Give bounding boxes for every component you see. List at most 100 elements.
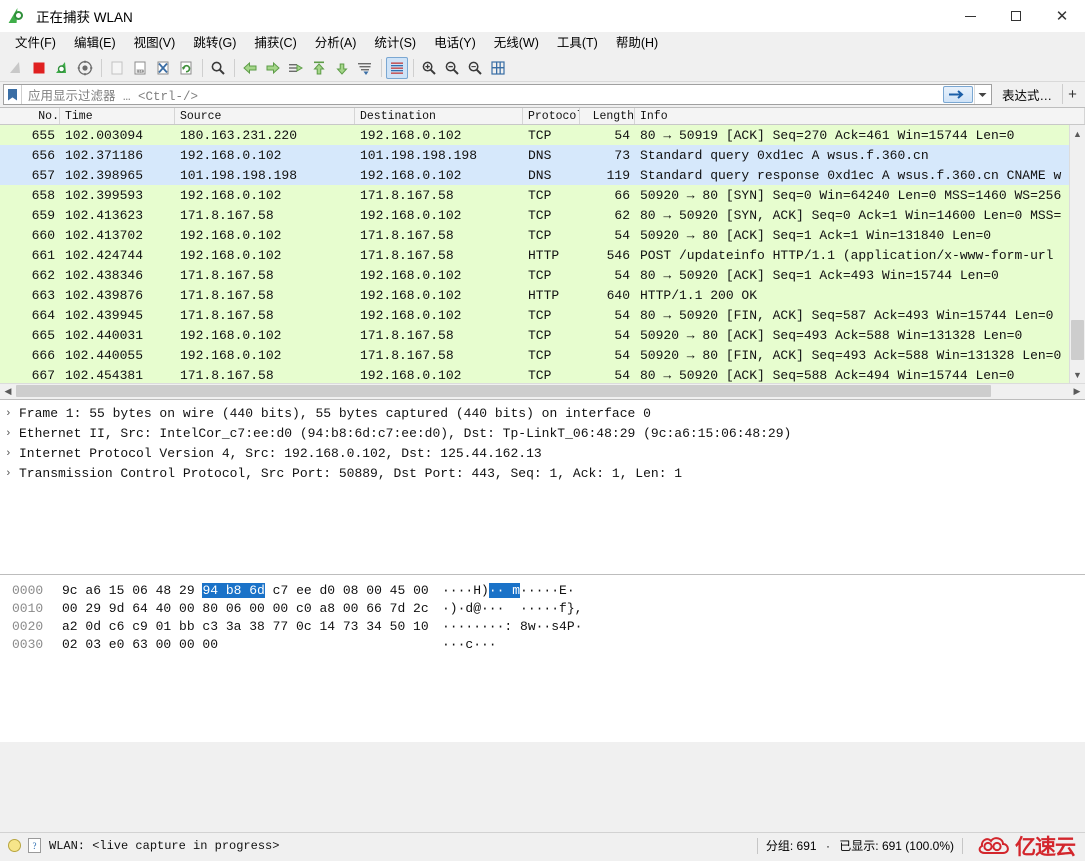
- minimize-button[interactable]: [947, 0, 993, 32]
- go-last-packet-icon[interactable]: [331, 57, 353, 79]
- search-input[interactable]: 应用显示过滤器 … <Ctrl-/>: [22, 85, 943, 104]
- menu-capture[interactable]: 捕获(C): [245, 34, 305, 53]
- apply-filter-button[interactable]: [943, 86, 973, 103]
- table-row[interactable]: 657102.398965101.198.198.198192.168.0.10…: [0, 165, 1085, 185]
- scroll-left-arrow-icon[interactable]: ◀: [0, 384, 16, 399]
- packet-time: 102.439945: [60, 308, 175, 323]
- column-header-time[interactable]: Time: [60, 108, 175, 124]
- go-back-icon[interactable]: [239, 57, 261, 79]
- display-filter-input-wrapper[interactable]: 应用显示过滤器 … <Ctrl-/>: [3, 84, 992, 105]
- hex-row[interactable]: 003002 03 e0 63 00 00 00···c···: [0, 635, 1085, 653]
- save-file-icon[interactable]: 010: [129, 57, 151, 79]
- packet-source: 171.8.167.58: [175, 368, 355, 383]
- column-header-info[interactable]: Info: [635, 108, 1085, 124]
- toolbar-separator-3: [234, 59, 235, 77]
- packet-details-panel[interactable]: ›Frame 1: 55 bytes on wire (440 bits), 5…: [0, 399, 1085, 574]
- colorize-icon[interactable]: [386, 57, 408, 79]
- detail-text: Internet Protocol Version 4, Src: 192.16…: [19, 444, 542, 464]
- column-header-destination[interactable]: Destination: [355, 108, 523, 124]
- zoom-reset-icon[interactable]: [464, 57, 486, 79]
- table-row[interactable]: 665102.440031192.168.0.102171.8.167.58TC…: [0, 325, 1085, 345]
- hex-row[interactable]: 00009c a6 15 06 48 29 94 b8 6d c7 ee d0 …: [0, 581, 1085, 599]
- open-file-icon[interactable]: [106, 57, 128, 79]
- menu-telephony[interactable]: 电话(Y): [425, 34, 485, 53]
- hex-row[interactable]: 0020a2 0d c6 c9 01 bb c3 3a 38 77 0c 14 …: [0, 617, 1085, 635]
- menu-tools[interactable]: 工具(T): [548, 34, 607, 53]
- packets-count-label: 分组: 691: [766, 839, 817, 853]
- zoom-out-icon[interactable]: [441, 57, 463, 79]
- detail-ipv4[interactable]: ›Internet Protocol Version 4, Src: 192.1…: [0, 444, 1085, 464]
- resize-columns-icon[interactable]: [487, 57, 509, 79]
- filter-expression-button[interactable]: 表达式…: [992, 84, 1062, 104]
- close-file-icon[interactable]: [152, 57, 174, 79]
- horizontal-scroll-track[interactable]: [16, 384, 1069, 399]
- filter-bookmark-icon[interactable]: [4, 85, 22, 104]
- hex-row[interactable]: 001000 29 9d 64 40 00 80 06 00 00 c0 a8 …: [0, 599, 1085, 617]
- menu-edit[interactable]: 编辑(E): [65, 34, 125, 53]
- detail-frame[interactable]: ›Frame 1: 55 bytes on wire (440 bits), 5…: [0, 404, 1085, 424]
- capture-status-indicator-icon[interactable]: [8, 839, 21, 852]
- packet-info: 50920 → 80 [SYN] Seq=0 Win=64240 Len=0 M…: [635, 188, 1085, 203]
- table-row[interactable]: 662102.438346171.8.167.58192.168.0.102TC…: [0, 265, 1085, 285]
- table-row[interactable]: 661102.424744192.168.0.102171.8.167.58HT…: [0, 245, 1085, 265]
- table-row[interactable]: 658102.399593192.168.0.102171.8.167.58TC…: [0, 185, 1085, 205]
- table-row[interactable]: 664102.439945171.8.167.58192.168.0.102TC…: [0, 305, 1085, 325]
- table-row[interactable]: 660102.413702192.168.0.102171.8.167.58TC…: [0, 225, 1085, 245]
- table-row[interactable]: 656102.371186192.168.0.102101.198.198.19…: [0, 145, 1085, 165]
- table-row[interactable]: 655102.003094180.163.231.220192.168.0.10…: [0, 125, 1085, 145]
- add-filter-button[interactable]: +: [1062, 84, 1082, 104]
- column-header-no[interactable]: No.: [0, 108, 60, 124]
- horizontal-scroll-thumb[interactable]: [16, 385, 991, 397]
- reload-file-icon[interactable]: [175, 57, 197, 79]
- table-row[interactable]: 659102.413623171.8.167.58192.168.0.102TC…: [0, 205, 1085, 225]
- menu-wireless[interactable]: 无线(W): [485, 34, 548, 53]
- packet-no: 666: [0, 348, 60, 363]
- chevron-right-icon[interactable]: ›: [5, 404, 19, 424]
- vertical-scroll-track[interactable]: [1070, 142, 1085, 366]
- packet-bytes-panel[interactable]: 00009c a6 15 06 48 29 94 b8 6d c7 ee d0 …: [0, 574, 1085, 742]
- packet-list-body[interactable]: 655102.003094180.163.231.220192.168.0.10…: [0, 125, 1085, 383]
- packet-list-horizontal-scrollbar[interactable]: ◀ ▶: [0, 383, 1085, 399]
- close-button[interactable]: ✕: [1039, 0, 1085, 32]
- find-packet-icon[interactable]: [207, 57, 229, 79]
- chevron-right-icon[interactable]: ›: [5, 464, 19, 484]
- column-header-source[interactable]: Source: [175, 108, 355, 124]
- packet-time: 102.003094: [60, 128, 175, 143]
- scroll-up-arrow-icon[interactable]: ▲: [1070, 125, 1085, 142]
- column-header-length[interactable]: Length: [580, 108, 635, 124]
- start-capture-icon[interactable]: [5, 57, 27, 79]
- zoom-in-icon[interactable]: [418, 57, 440, 79]
- auto-scroll-icon[interactable]: [354, 57, 376, 79]
- menu-view[interactable]: 视图(V): [125, 34, 185, 53]
- detail-tcp[interactable]: ›Transmission Control Protocol, Src Port…: [0, 464, 1085, 484]
- menu-file[interactable]: 文件(F): [6, 34, 65, 53]
- scroll-down-arrow-icon[interactable]: ▼: [1070, 366, 1085, 383]
- vertical-scroll-thumb[interactable]: [1071, 320, 1084, 360]
- packet-no: 655: [0, 128, 60, 143]
- go-first-packet-icon[interactable]: [308, 57, 330, 79]
- menu-go[interactable]: 跳转(G): [184, 34, 245, 53]
- packet-list-vertical-scrollbar[interactable]: ▲ ▼: [1069, 125, 1085, 383]
- table-row[interactable]: 663102.439876171.8.167.58192.168.0.102HT…: [0, 285, 1085, 305]
- stop-capture-icon[interactable]: [28, 57, 50, 79]
- capture-options-icon[interactable]: [74, 57, 96, 79]
- scroll-right-arrow-icon[interactable]: ▶: [1069, 384, 1085, 399]
- chevron-down-icon[interactable]: [974, 85, 991, 104]
- menu-help[interactable]: 帮助(H): [607, 34, 667, 53]
- packet-length: 54: [580, 348, 635, 363]
- go-to-packet-icon[interactable]: [285, 57, 307, 79]
- chevron-right-icon[interactable]: ›: [5, 424, 19, 444]
- capture-file-properties-icon[interactable]: ?: [28, 838, 41, 853]
- cloud-logo-icon: [977, 833, 1011, 858]
- menu-analyze[interactable]: 分析(A): [306, 34, 366, 53]
- go-forward-icon[interactable]: [262, 57, 284, 79]
- column-header-protocol[interactable]: Protocol: [523, 108, 580, 124]
- table-row[interactable]: 667102.454381171.8.167.58192.168.0.102TC…: [0, 365, 1085, 383]
- maximize-button[interactable]: [993, 0, 1039, 32]
- detail-ethernet[interactable]: ›Ethernet II, Src: IntelCor_c7:ee:d0 (94…: [0, 424, 1085, 444]
- menu-statistics[interactable]: 统计(S): [365, 34, 425, 53]
- restart-capture-icon[interactable]: [51, 57, 73, 79]
- table-row[interactable]: 666102.440055192.168.0.102171.8.167.58TC…: [0, 345, 1085, 365]
- chevron-right-icon[interactable]: ›: [5, 444, 19, 464]
- packet-destination: 101.198.198.198: [355, 148, 523, 163]
